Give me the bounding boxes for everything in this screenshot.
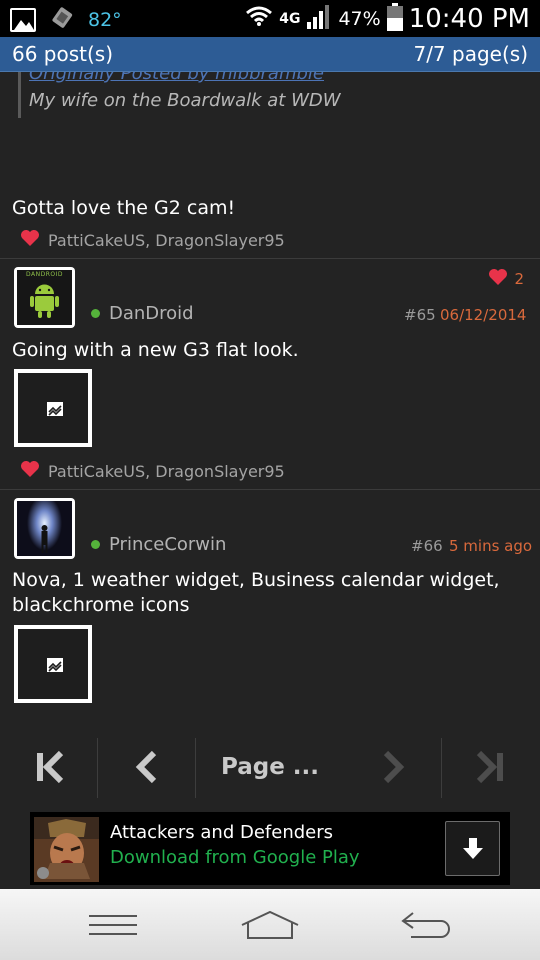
post-divider — [0, 489, 540, 490]
back-icon — [401, 911, 450, 938]
first-page-icon — [36, 750, 63, 784]
status-bar: 82° 4G 47% 10:40 PM — [0, 0, 540, 37]
broken-image-icon — [47, 402, 63, 416]
signal-strength-icon — [306, 4, 332, 33]
ad-title: Attackers and Defenders — [110, 822, 334, 843]
clock-label: 10:40 PM — [408, 3, 530, 34]
like-count-value: 2 — [514, 270, 524, 288]
download-arrow-icon — [462, 837, 483, 859]
liked-by-row[interactable]: PattiCakeUS, DragonSlayer95 — [20, 229, 285, 251]
first-page-button[interactable] — [0, 734, 97, 800]
heart-icon — [20, 460, 40, 482]
liked-by-names: PattiCakeUS, DragonSlayer95 — [48, 230, 285, 250]
ad-download-button[interactable] — [445, 821, 500, 876]
previous-page-button[interactable] — [98, 734, 195, 800]
post-username[interactable]: DanDroid — [109, 303, 194, 324]
user-avatar[interactable]: DANDROID — [14, 267, 75, 328]
post-number: #66 — [411, 537, 443, 555]
heart-icon — [20, 229, 40, 251]
android-robot-icon — [30, 284, 59, 318]
user-avatar[interactable] — [14, 498, 75, 559]
ad-banner[interactable]: Attackers and Defenders Download from Go… — [30, 812, 510, 885]
post-date: 5 mins ago — [449, 537, 533, 555]
post-message-line: Nova, 1 weather widget, Business calenda… — [12, 569, 500, 591]
post-message-line: blackchrome icons — [12, 594, 190, 616]
last-page-icon — [476, 750, 503, 784]
gallery-notification-icon — [10, 8, 36, 32]
battery-percent-label: 47% — [338, 7, 381, 30]
chevron-right-icon — [383, 750, 404, 784]
network-type-label: 4G — [279, 10, 301, 27]
temperature-label: 82° — [88, 9, 122, 31]
back-button[interactable] — [367, 889, 487, 960]
post-date: 06/12/2014 — [440, 306, 527, 324]
chevron-left-icon — [135, 750, 156, 784]
quote-origin-link[interactable]: Originally Posted by mlbbramble — [29, 72, 438, 84]
menu-button[interactable] — [53, 889, 173, 960]
pagination-bar: Page ... — [0, 734, 540, 800]
post-divider — [0, 258, 540, 259]
home-icon — [241, 910, 299, 939]
menu-icon — [89, 914, 137, 935]
online-status-dot — [91, 540, 100, 549]
like-count[interactable]: 2 — [488, 268, 524, 290]
last-page-button[interactable] — [442, 734, 540, 800]
post-message: Gotta love the G2 cam! — [12, 197, 236, 219]
image-attachment[interactable] — [14, 625, 92, 703]
liked-by-row[interactable]: PattiCakeUS, DragonSlayer95 — [20, 460, 285, 482]
online-status-dot — [91, 309, 100, 318]
heart-icon — [488, 268, 508, 290]
ad-app-icon — [34, 817, 99, 882]
wifi-icon — [245, 4, 273, 34]
battery-icon — [386, 2, 403, 35]
thread-header-bar: 66 post(s) 7/7 page(s) — [0, 37, 540, 72]
image-attachment[interactable] — [14, 369, 92, 447]
broken-image-icon — [47, 658, 63, 672]
avatar-caption: DANDROID — [25, 271, 63, 278]
home-button[interactable] — [210, 889, 330, 960]
posts-count-label: 66 post(s) — [12, 42, 114, 66]
app-notification-icon — [50, 6, 74, 34]
ad-subtitle: Download from Google Play — [110, 847, 360, 868]
post-message: Going with a new G3 flat look. — [12, 339, 299, 361]
system-navigation-bar — [0, 889, 540, 960]
post-username[interactable]: PrinceCorwin — [109, 534, 226, 555]
next-page-button[interactable] — [344, 734, 441, 800]
page-select-button[interactable]: Page ... — [196, 734, 344, 800]
page-select-label: Page ... — [220, 754, 320, 780]
liked-by-names: PattiCakeUS, DragonSlayer95 — [48, 461, 285, 481]
avatar-figure-image — [27, 501, 62, 556]
quote-block: Originally Posted by mlbbramble My wife … — [18, 72, 438, 118]
post-number: #65 — [404, 306, 436, 324]
page-count-label: 7/7 page(s) — [413, 42, 528, 66]
quote-text: My wife on the Boardwalk at WDW — [29, 90, 341, 111]
